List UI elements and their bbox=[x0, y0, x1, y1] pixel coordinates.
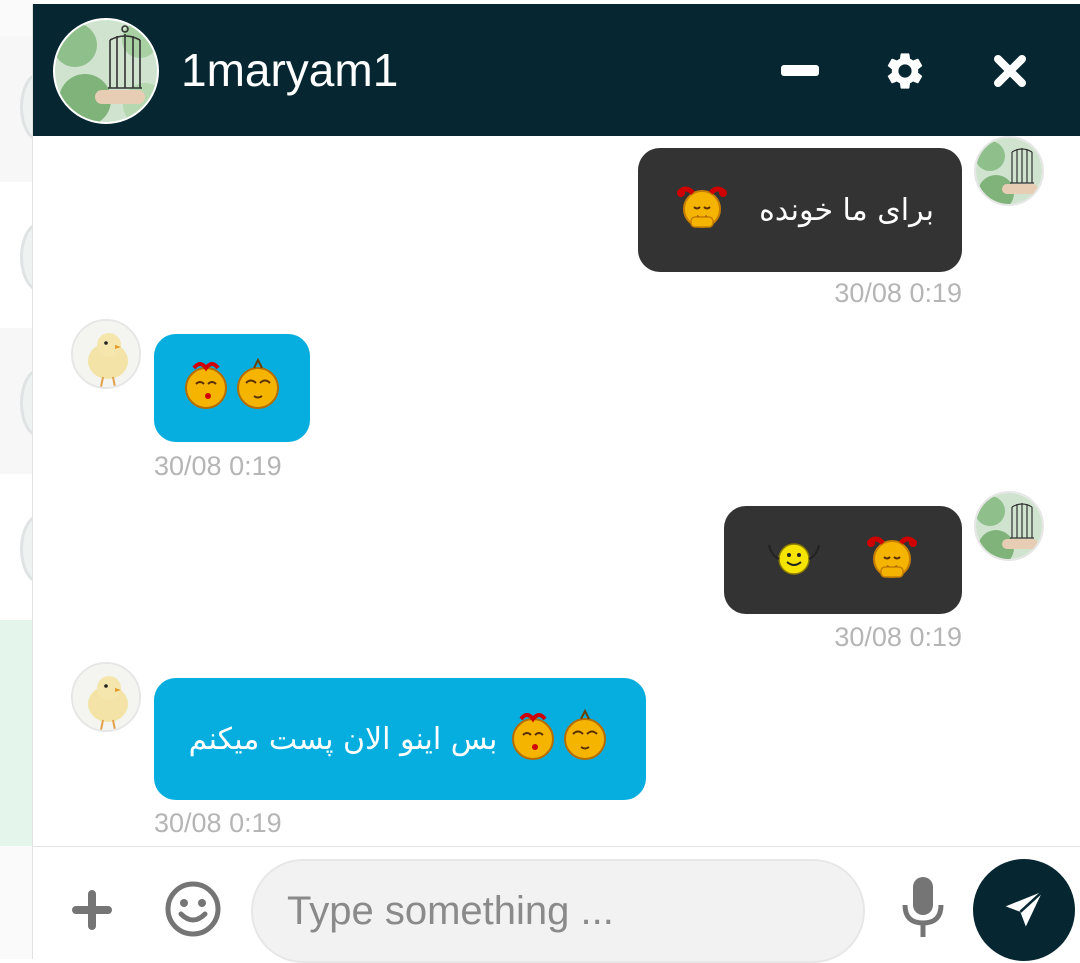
chat-header: 1maryam1 bbox=[33, 4, 1080, 136]
close-icon bbox=[994, 55, 1026, 87]
background-list-item[interactable] bbox=[0, 36, 60, 182]
message-timestamp: 30/08 0:19 bbox=[834, 278, 962, 308]
birdcage-avatar-image bbox=[976, 493, 1042, 559]
contact-avatar[interactable] bbox=[53, 18, 159, 124]
message-timestamp: 30/08 0:19 bbox=[834, 622, 962, 652]
message-list[interactable]: برای ما خونده 30/08 0:19 30/08 0:19 30/0… bbox=[33, 136, 1080, 846]
smiley-icon bbox=[165, 881, 221, 937]
minimize-button[interactable] bbox=[773, 44, 827, 98]
voice-record-button[interactable] bbox=[899, 875, 947, 941]
message-timestamp: 30/08 0:19 bbox=[154, 808, 282, 838]
message-bubble-outgoing[interactable] bbox=[724, 506, 962, 614]
chick-avatar-image bbox=[73, 664, 139, 730]
minimize-icon bbox=[781, 65, 819, 76]
message-input-container[interactable] bbox=[251, 859, 865, 963]
birdcage-avatar-image bbox=[976, 138, 1042, 204]
background-list-item[interactable] bbox=[0, 620, 34, 846]
settings-button[interactable] bbox=[878, 44, 932, 98]
sender-avatar[interactable] bbox=[71, 319, 141, 389]
message-text: بس اینو الان پست میکنم bbox=[188, 721, 498, 757]
emoji-button[interactable] bbox=[163, 879, 223, 939]
message-bubble-incoming[interactable]: بس اینو الان پست میکنم bbox=[154, 678, 646, 800]
chat-window: 1maryam1 برای ما خونده 30/08 0:19 30/08 … bbox=[32, 4, 1080, 963]
plus-icon bbox=[72, 890, 112, 930]
message-text: برای ما خونده bbox=[759, 192, 934, 228]
message-input[interactable] bbox=[287, 888, 863, 934]
gear-icon bbox=[887, 53, 923, 89]
message-timestamp: 30/08 0:19 bbox=[154, 451, 282, 481]
close-button[interactable] bbox=[983, 44, 1037, 98]
birdcage-avatar-image bbox=[55, 20, 157, 122]
background-list-item[interactable] bbox=[0, 182, 60, 328]
message-bubble-incoming[interactable] bbox=[154, 334, 310, 442]
kissing-girl-emoji-icon bbox=[180, 356, 232, 420]
blushing-girl-emoji-icon bbox=[857, 531, 927, 589]
message-composer bbox=[33, 846, 1080, 963]
kissing-boy-emoji-icon bbox=[559, 707, 611, 771]
sender-avatar[interactable] bbox=[71, 662, 141, 732]
send-button[interactable] bbox=[973, 859, 1075, 961]
chick-avatar-image bbox=[73, 321, 139, 387]
sender-avatar[interactable] bbox=[974, 491, 1044, 561]
sender-avatar[interactable] bbox=[974, 136, 1044, 206]
attach-button[interactable] bbox=[69, 887, 115, 933]
waving-smiley-emoji-icon bbox=[759, 531, 829, 589]
background-list-item[interactable] bbox=[0, 328, 60, 474]
kissing-boy-emoji-icon bbox=[232, 356, 284, 420]
kissing-girl-emoji-icon bbox=[507, 707, 559, 771]
send-icon bbox=[1005, 890, 1044, 927]
message-bubble-outgoing[interactable]: برای ما خونده bbox=[638, 148, 962, 272]
background-list-item[interactable] bbox=[0, 474, 60, 620]
contact-name[interactable]: 1maryam1 bbox=[181, 42, 398, 98]
microphone-icon bbox=[902, 877, 944, 937]
blushing-girl-emoji-icon bbox=[667, 181, 737, 239]
